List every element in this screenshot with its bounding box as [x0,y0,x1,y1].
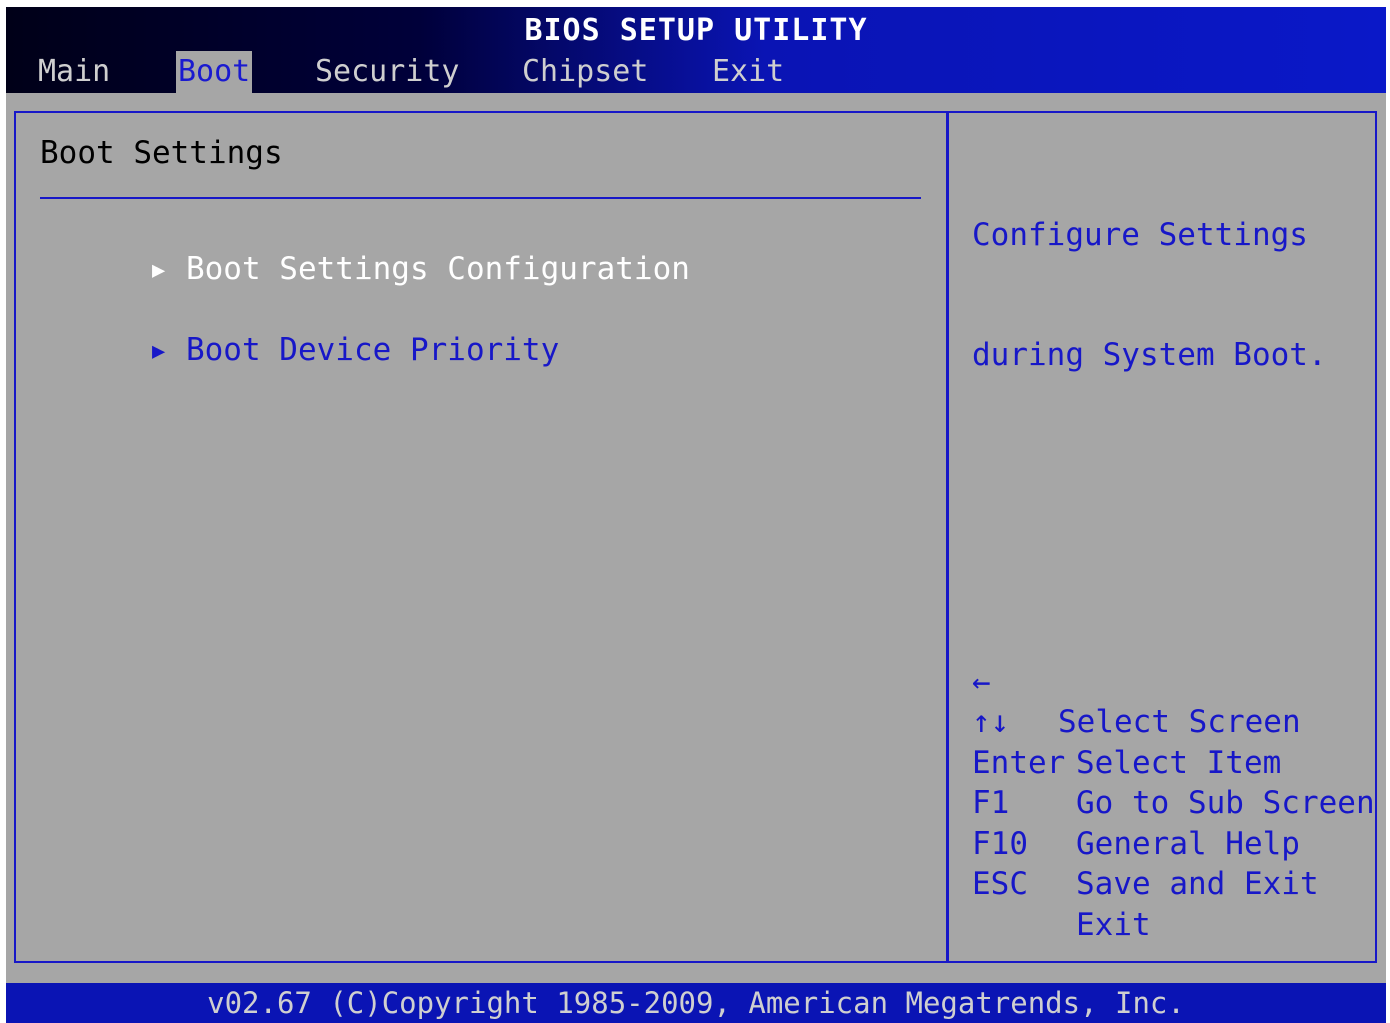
tab-security[interactable]: Security [313,51,462,93]
help-text: Configure Settings during System Boot. [972,135,1327,455]
key-desc: Exit [1076,906,1151,943]
section-divider [40,197,921,199]
key-row-enter: Enter Go to Sub Screen [972,702,1375,822]
section-title: Boot Settings [40,135,283,171]
tab-boot[interactable]: Boot [176,51,253,93]
menu-item-label: Boot Settings Configuration [185,251,690,287]
key-legend: ← Select Screen ↑↓ Select Item Enter Go … [972,621,1375,943]
key-row-f10: F10 Save and Exit [972,783,1319,903]
help-line-2: during System Boot. [972,337,1327,373]
content-frame: Boot Settings ▶ Boot Settings Configurati… [14,111,1377,963]
tab-chipset[interactable]: Chipset [520,51,650,93]
menu-item-label: Boot Device Priority [185,332,560,368]
tab-bar: Main Boot Security Chipset Exit [6,51,1386,93]
copyright-footer: v02.67 (C)Copyright 1985-2009, American … [6,983,1386,1023]
bios-screen: BIOS SETUP UTILITY Main Boot Security Ch… [6,7,1386,1023]
submenu-arrow-icon: ▶ [151,258,166,283]
bios-title: BIOS SETUP UTILITY [524,13,868,48]
key-row-select-item: ↑↓ Select Item [972,662,1281,781]
tab-exit[interactable]: Exit [710,51,786,93]
key-label: ESC [972,866,1028,902]
key-row-esc: ESC Exit [972,824,1151,943]
help-line-1: Configure Settings [972,217,1308,253]
panel-divider [946,113,949,961]
menu-item-boot-device-priority[interactable]: ▶ Boot Device Priority [40,296,559,404]
title-bar: BIOS SETUP UTILITY Main Boot Security Ch… [6,7,1386,93]
key-row-select-screen: ← Select Screen [972,621,1301,741]
key-row-f1: F1 General Help [972,743,1300,862]
tab-main[interactable]: Main [36,51,112,93]
submenu-arrow-icon: ▶ [151,339,166,364]
